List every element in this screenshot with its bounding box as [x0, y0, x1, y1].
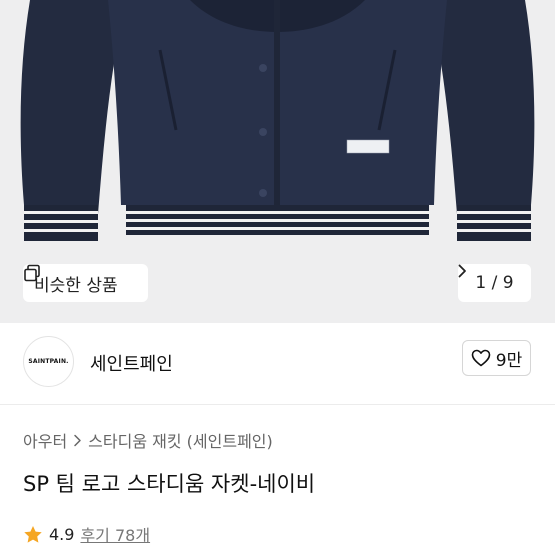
pager-text: 1 / 9: [475, 273, 514, 293]
breadcrumb: 아우터 스타디움 재킷 (세인트페인): [23, 428, 273, 452]
breadcrumb-subcategory[interactable]: 스타디움 재킷 (세인트페인): [88, 428, 273, 452]
copy-icon: [24, 264, 40, 282]
brand-logo[interactable]: SAINTPAIN.: [23, 336, 74, 387]
rating-summary: 4.9 후기 78개: [23, 522, 150, 546]
similar-products-label: 비슷한 상품: [34, 275, 118, 296]
breadcrumb-category[interactable]: 아우터: [23, 428, 67, 452]
product-title: SP 팀 로고 스타디움 자켓-네이비: [23, 472, 316, 496]
chevron-right-icon: [458, 264, 466, 278]
brand-row[interactable]: SAINTPAIN. 세인트페인 9만: [0, 323, 555, 405]
like-button[interactable]: 9만: [462, 340, 531, 376]
brand-logo-text: SAINTPAIN.: [28, 358, 69, 365]
like-count: 9만: [495, 350, 523, 371]
image-pager[interactable]: 1 / 9: [458, 264, 531, 302]
star-icon: [24, 525, 42, 543]
reviews-link[interactable]: 후기 78개: [80, 522, 150, 546]
heart-outline-icon: [471, 349, 491, 367]
product-image[interactable]: 비슷한 상품 1 / 9: [0, 0, 555, 323]
similar-products-button[interactable]: 비슷한 상품: [23, 264, 148, 302]
brand-name[interactable]: 세인트페인: [90, 350, 173, 376]
rating-score: 4.9: [49, 524, 75, 544]
chevron-right-icon: [74, 434, 81, 446]
